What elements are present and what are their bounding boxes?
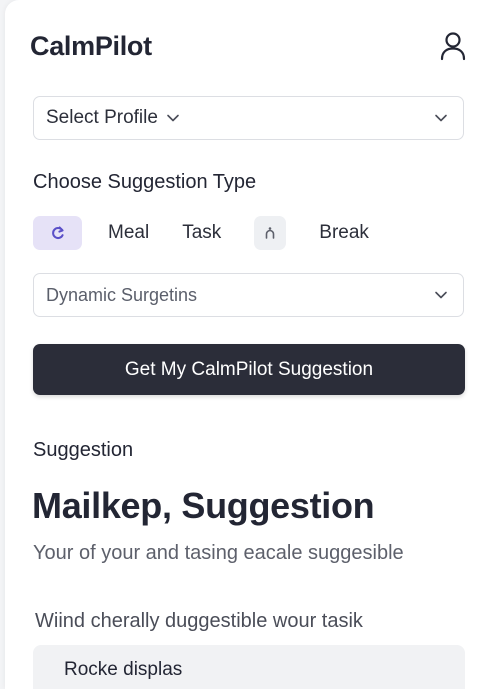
app-title: CalmPilot — [30, 30, 152, 61]
chevron-down-icon — [435, 291, 447, 299]
get-suggestion-button[interactable]: Get My CalmPilot Suggestion — [33, 344, 465, 395]
suggestion-subtitle: Your of your and tasing eacale suggesibl… — [33, 542, 404, 564]
suggestion-heading: Mailkep, Suggestion — [32, 485, 375, 526]
suggestion-result-text: Rocke displas — [64, 659, 183, 680]
profile-select-chevron — [433, 110, 449, 126]
user-profile-button[interactable] — [438, 29, 468, 63]
profile-select[interactable]: Select Profile — [33, 96, 464, 140]
dynamic-select-value: Dynamic Surgetins — [46, 284, 198, 305]
type-option-task[interactable]: Task — [182, 222, 221, 244]
profile-select-value: Select Profile — [46, 107, 158, 128]
suggestion-type-title: Choose Suggestion Type — [33, 171, 257, 193]
suggestion-section-label: Suggestion — [33, 439, 134, 461]
suggestion-result-item[interactable]: Rocke displas — [33, 645, 465, 689]
refresh-icon — [51, 226, 64, 240]
app-header: CalmPilot — [30, 26, 468, 66]
suggestion-type-options: Meal Task Break — [33, 216, 369, 250]
type-option-meal[interactable]: Meal — [108, 222, 149, 244]
chevron-down-icon — [435, 114, 447, 122]
profile-select-value-wrap: Select Profile — [46, 107, 433, 129]
type-option-refresh[interactable] — [33, 216, 82, 250]
type-option-break-icon[interactable] — [254, 216, 287, 250]
chevron-down-icon — [167, 114, 179, 122]
app-card: CalmPilot Select Profile Choose Suggesti… — [5, 0, 490, 689]
suggestion-line: Wiind cherally duggestible wour tasik — [35, 610, 363, 632]
break-icon — [265, 227, 275, 239]
type-option-break[interactable]: Break — [319, 222, 369, 244]
user-icon — [440, 32, 466, 61]
dynamic-select-chevron — [433, 287, 449, 303]
dynamic-suggestion-select[interactable]: Dynamic Surgetins — [33, 273, 464, 317]
